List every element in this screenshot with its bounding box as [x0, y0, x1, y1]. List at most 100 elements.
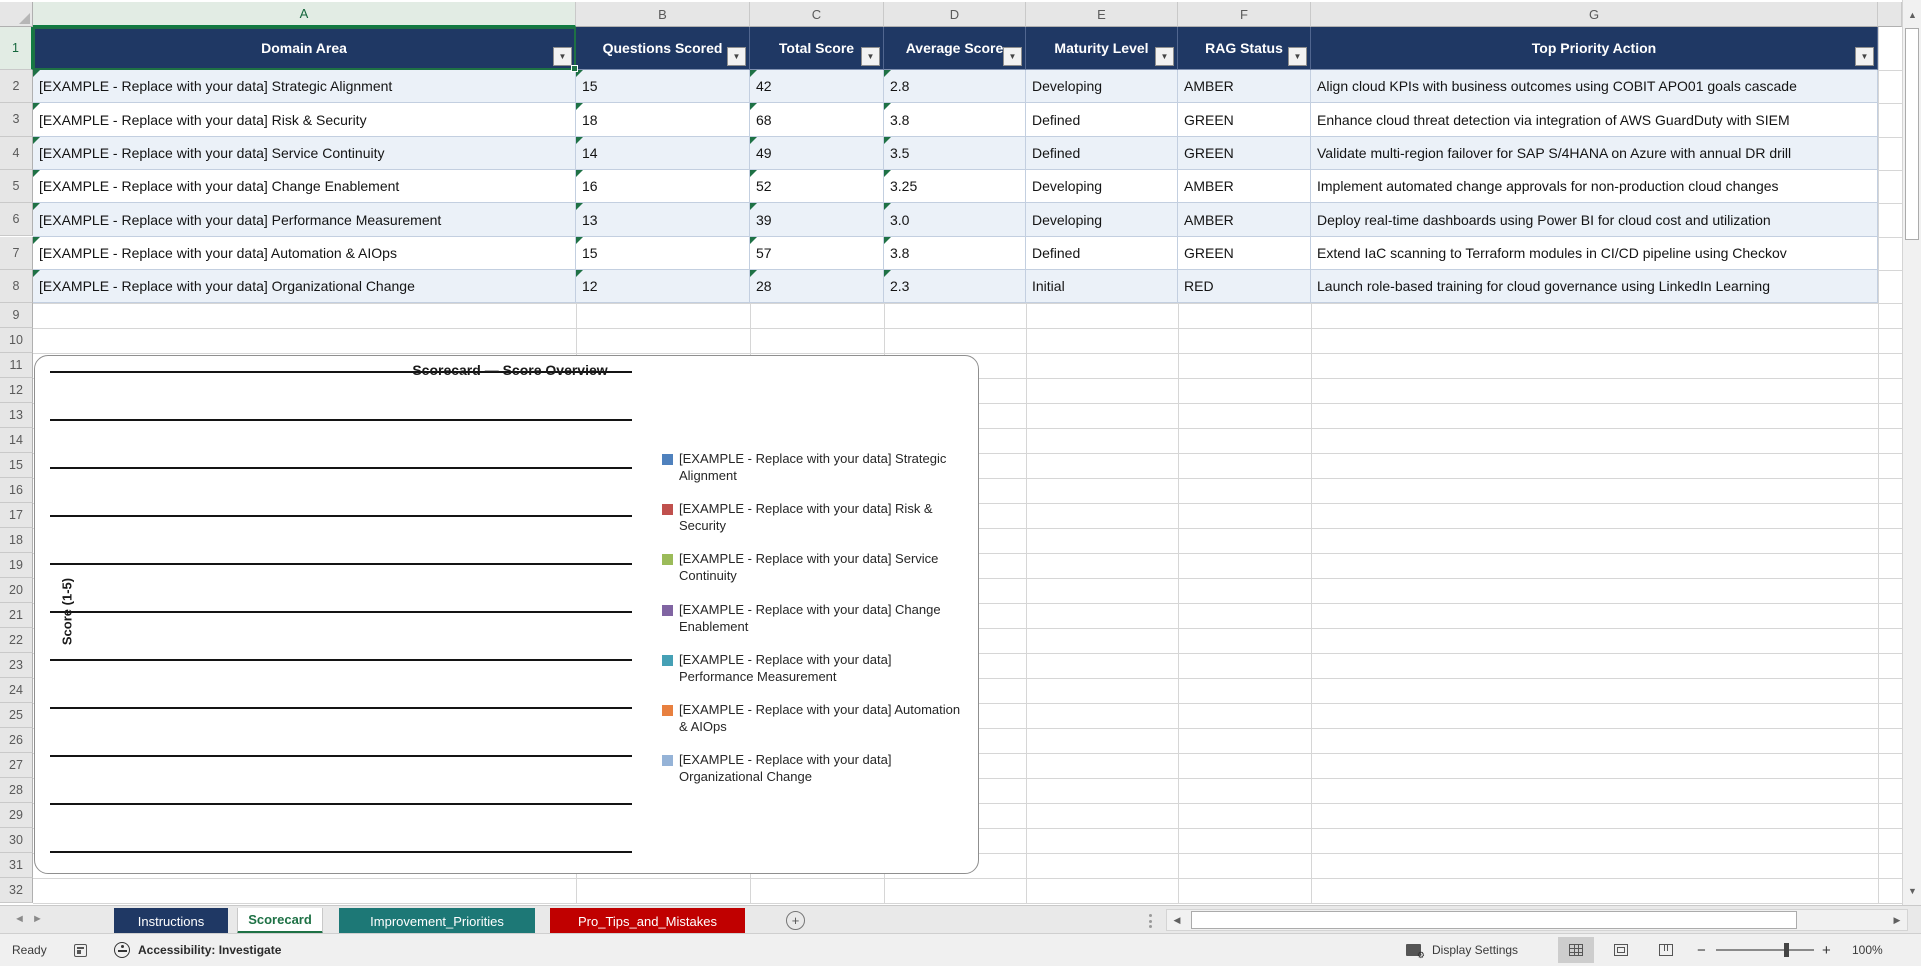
row-header-9[interactable]: 9	[0, 303, 33, 328]
row-header-15[interactable]: 15	[0, 453, 33, 478]
row-header-28[interactable]: 28	[0, 778, 33, 803]
vertical-scrollbar[interactable]: ▲ ▼	[1902, 0, 1921, 905]
cell-maturity[interactable]: Developing	[1026, 70, 1178, 103]
cell-average[interactable]: 3.5	[884, 137, 1026, 170]
cell-domain[interactable]: [EXAMPLE - Replace with your data] Autom…	[33, 237, 576, 270]
cell-domain[interactable]: [EXAMPLE - Replace with your data] Risk …	[33, 103, 576, 137]
tab-pro-tips-and-mistakes[interactable]: Pro_Tips_and_Mistakes	[550, 908, 745, 934]
cell-total[interactable]: 28	[750, 270, 884, 303]
sheet-nav-left-icon[interactable]: ◄	[14, 913, 25, 925]
cell-rag[interactable]: GREEN	[1178, 137, 1311, 170]
column-header-H-partial[interactable]	[1878, 2, 1902, 27]
filter-dropdown-button[interactable]: ▼	[1155, 47, 1174, 66]
row-header-1[interactable]: 1	[0, 27, 33, 70]
cell-maturity[interactable]: Defined	[1026, 137, 1178, 170]
row-header-4[interactable]: 4	[0, 136, 33, 170]
cell-average[interactable]: 2.3	[884, 270, 1026, 303]
row-header-31[interactable]: 31	[0, 853, 33, 878]
row-header-21[interactable]: 21	[0, 603, 33, 628]
cell-total[interactable]: 49	[750, 137, 884, 170]
zoom-level[interactable]: 100%	[1852, 934, 1883, 966]
column-header-D[interactable]: D	[884, 2, 1026, 27]
cell-questions[interactable]: 15	[576, 70, 750, 103]
cell-domain[interactable]: [EXAMPLE - Replace with your data] Perfo…	[33, 203, 576, 237]
tab-scorecard[interactable]: Scorecard	[237, 908, 323, 934]
zoom-in-button[interactable]: +	[1822, 934, 1831, 966]
scroll-up-button[interactable]: ▲	[1903, 2, 1921, 27]
scroll-left-button[interactable]: ◀	[1167, 910, 1187, 930]
cell-questions[interactable]: 15	[576, 237, 750, 270]
cell-domain[interactable]: [EXAMPLE - Replace with your data] Organ…	[33, 270, 576, 303]
cell-action[interactable]: Deploy real-time dashboards using Power …	[1311, 203, 1878, 237]
cell-questions[interactable]: 12	[576, 270, 750, 303]
row-header-13[interactable]: 13	[0, 403, 33, 428]
column-header-A[interactable]: A	[33, 2, 576, 27]
row-header-14[interactable]: 14	[0, 428, 33, 453]
select-all-corner[interactable]	[0, 2, 33, 27]
cell-action[interactable]: Launch role-based training for cloud gov…	[1311, 270, 1878, 303]
sheet-nav-right-icon[interactable]: ►	[32, 913, 43, 925]
header-cell-maturity-level[interactable]: Maturity Level ▼	[1026, 27, 1178, 70]
cell-rag[interactable]: AMBER	[1178, 70, 1311, 103]
header-cell-total-score[interactable]: Total Score ▼	[750, 27, 884, 70]
header-cell-rag-status[interactable]: RAG Status ▼	[1178, 27, 1311, 70]
cell-domain[interactable]: [EXAMPLE - Replace with your data] Chang…	[33, 170, 576, 203]
cell-rag[interactable]: GREEN	[1178, 103, 1311, 137]
row-header-26[interactable]: 26	[0, 728, 33, 753]
cell-rag[interactable]: GREEN	[1178, 237, 1311, 270]
row-header-5[interactable]: 5	[0, 169, 33, 204]
cell-total[interactable]: 52	[750, 170, 884, 203]
scroll-right-button[interactable]: ▶	[1887, 910, 1907, 930]
row-header-23[interactable]: 23	[0, 653, 33, 678]
filter-dropdown-button[interactable]: ▼	[553, 47, 572, 66]
zoom-slider-thumb[interactable]	[1784, 943, 1789, 957]
column-header-F[interactable]: F	[1178, 2, 1311, 27]
normal-view-button[interactable]	[1558, 937, 1594, 963]
filter-dropdown-button[interactable]: ▼	[727, 47, 746, 66]
tab-scroll-splitter[interactable]	[1149, 914, 1153, 928]
cell-rag[interactable]: RED	[1178, 270, 1311, 303]
header-cell-domain-area[interactable]: Domain Area ▼	[33, 27, 576, 70]
filter-dropdown-button[interactable]: ▼	[1288, 47, 1307, 66]
row-header-7[interactable]: 7	[0, 236, 33, 270]
cell-action[interactable]: Align cloud KPIs with business outcomes …	[1311, 70, 1878, 103]
cell-total[interactable]: 68	[750, 103, 884, 137]
cell-average[interactable]: 3.0	[884, 203, 1026, 237]
cell-questions[interactable]: 18	[576, 103, 750, 137]
row-header-6[interactable]: 6	[0, 203, 33, 237]
filter-dropdown-button[interactable]: ▼	[1003, 47, 1022, 66]
row-header-20[interactable]: 20	[0, 578, 33, 603]
row-header-27[interactable]: 27	[0, 753, 33, 778]
cell-total[interactable]: 39	[750, 203, 884, 237]
filter-dropdown-button[interactable]: ▼	[1855, 47, 1874, 66]
cell-action[interactable]: Implement automated change approvals for…	[1311, 170, 1878, 203]
row-header-10[interactable]: 10	[0, 328, 33, 353]
cell-average[interactable]: 2.8	[884, 70, 1026, 103]
row-header-17[interactable]: 17	[0, 503, 33, 528]
column-header-C[interactable]: C	[750, 2, 884, 27]
row-header-25[interactable]: 25	[0, 703, 33, 728]
header-cell-average-score[interactable]: Average Score ▼	[884, 27, 1026, 70]
scroll-down-button[interactable]: ▼	[1903, 878, 1921, 903]
row-header-11[interactable]: 11	[0, 353, 33, 378]
row-header-32[interactable]: 32	[0, 878, 33, 903]
filter-dropdown-button[interactable]: ▼	[861, 47, 880, 66]
zoom-slider-track[interactable]	[1716, 949, 1814, 951]
column-header-G[interactable]: G	[1311, 2, 1878, 27]
row-header-29[interactable]: 29	[0, 803, 33, 828]
cell-rag[interactable]: AMBER	[1178, 170, 1311, 203]
cell-rag[interactable]: AMBER	[1178, 203, 1311, 237]
cell-action[interactable]: Validate multi-region failover for SAP S…	[1311, 137, 1878, 170]
tab-instructions[interactable]: Instructions	[114, 908, 228, 934]
cell-average[interactable]: 3.8	[884, 237, 1026, 270]
column-header-B[interactable]: B	[576, 2, 750, 27]
cell-domain[interactable]: [EXAMPLE - Replace with your data] Strat…	[33, 70, 576, 103]
display-settings-button[interactable]: Display Settings	[1432, 934, 1518, 966]
row-header-24[interactable]: 24	[0, 678, 33, 703]
cell-maturity[interactable]: Developing	[1026, 170, 1178, 203]
page-layout-view-button[interactable]	[1603, 937, 1639, 963]
cell-maturity[interactable]: Initial	[1026, 270, 1178, 303]
new-sheet-button[interactable]: +	[786, 911, 805, 930]
row-header-19[interactable]: 19	[0, 553, 33, 578]
cell-maturity[interactable]: Defined	[1026, 237, 1178, 270]
